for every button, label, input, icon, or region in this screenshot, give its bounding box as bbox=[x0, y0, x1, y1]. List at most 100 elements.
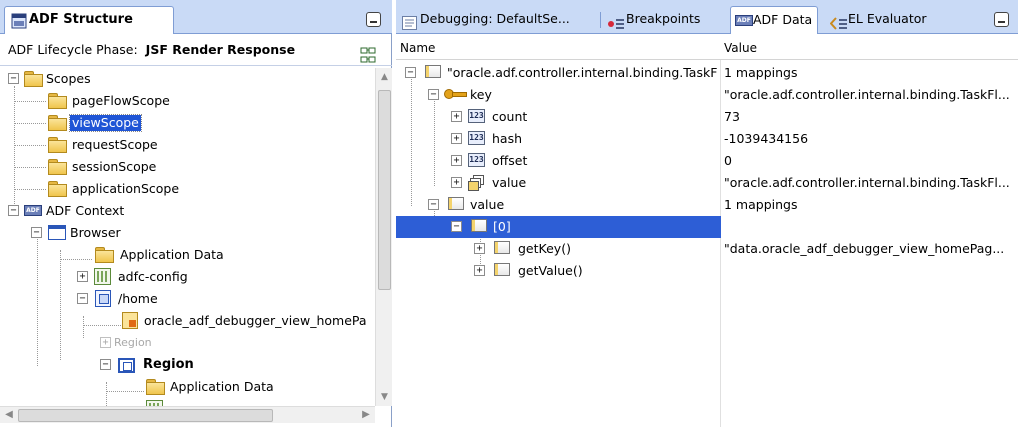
data-row[interactable]: + getValue() bbox=[396, 260, 1018, 282]
scroll-left-icon[interactable]: ◀ bbox=[2, 408, 16, 422]
row-value: 1 mappings bbox=[724, 197, 798, 212]
tree-node-jsf-page[interactable]: oracle_adf_debugger_view_homePa bbox=[0, 310, 375, 332]
key-icon bbox=[444, 87, 467, 101]
data-row-selected-value[interactable] bbox=[721, 216, 1018, 238]
tab-debugging[interactable]: Debugging: DefaultSe... bbox=[398, 6, 594, 34]
expand-icon[interactable]: + bbox=[474, 243, 485, 254]
row-name: value bbox=[470, 197, 505, 212]
collapse-icon[interactable]: − bbox=[100, 359, 111, 370]
tree-horizontal-scrollbar[interactable]: ◀ ▶ bbox=[0, 406, 375, 423]
tree-node-label: Application Data bbox=[170, 379, 274, 394]
row-name: [0] bbox=[493, 219, 511, 234]
tree-vertical-scrollbar[interactable]: ▲ ▼ bbox=[375, 68, 392, 406]
scroll-down-icon[interactable]: ▼ bbox=[378, 390, 391, 404]
object-icon bbox=[471, 219, 487, 232]
collapse-icon[interactable]: − bbox=[77, 293, 88, 304]
folder-icon bbox=[48, 181, 67, 197]
tree-node-applicationscope[interactable]: applicationScope bbox=[0, 178, 375, 200]
adf-data-tree: − "oracle.adf.controller.internal.bindin… bbox=[396, 62, 1018, 427]
tree-node-label: viewScope bbox=[69, 114, 142, 132]
lifecycle-phase-row: ADF Lifecycle Phase: JSF Render Response bbox=[0, 34, 392, 66]
tree-node-sessionscope[interactable]: sessionScope bbox=[0, 156, 375, 178]
row-value: "oracle.adf.controller.internal.binding.… bbox=[724, 175, 1010, 190]
expand-icon[interactable]: + bbox=[451, 177, 462, 188]
browser-icon bbox=[48, 225, 66, 240]
folder-icon bbox=[48, 159, 67, 175]
row-name: hash bbox=[492, 131, 523, 146]
collapse-icon[interactable]: − bbox=[8, 73, 19, 84]
table-header: Name Value bbox=[396, 38, 1018, 60]
expand-icon[interactable]: + bbox=[451, 155, 462, 166]
adf-structure-tree: − Scopes pageFlowScope viewScope request… bbox=[0, 68, 375, 406]
data-row[interactable]: − key "oracle.adf.controller.internal.bi… bbox=[396, 84, 1018, 106]
jsf-page-icon bbox=[122, 312, 138, 329]
tree-node-region-disabled[interactable]: + Region bbox=[0, 332, 375, 354]
tab-adf-data[interactable]: ADF ADF Data bbox=[730, 6, 818, 34]
tree-node-browser[interactable]: − Browser bbox=[0, 222, 375, 244]
tab-adf-structure[interactable]: ADF Structure bbox=[4, 6, 174, 34]
collapse-icon[interactable]: − bbox=[31, 227, 42, 238]
folder-icon bbox=[24, 71, 43, 87]
row-name: count bbox=[492, 109, 528, 124]
tree-node-viewscope[interactable]: viewScope bbox=[0, 112, 375, 134]
collapse-icon[interactable]: − bbox=[428, 199, 439, 210]
tree-node-pageflowscope[interactable]: pageFlowScope bbox=[0, 90, 375, 112]
data-row[interactable]: + 123 hash -1039434156 bbox=[396, 128, 1018, 150]
tab-label: EL Evaluator bbox=[848, 11, 927, 26]
data-row[interactable]: + 123 offset 0 bbox=[396, 150, 1018, 172]
row-name: getValue() bbox=[518, 263, 583, 278]
expand-icon[interactable]: + bbox=[451, 133, 462, 144]
object-icon bbox=[494, 241, 510, 254]
tree-node-adf-context[interactable]: − ADF ADF Context bbox=[0, 200, 375, 222]
collapse-icon[interactable]: − bbox=[8, 205, 19, 216]
data-row[interactable]: − value 1 mappings bbox=[396, 194, 1018, 216]
expand-icon[interactable]: + bbox=[77, 271, 88, 282]
tree-node-partial[interactable] bbox=[0, 398, 375, 406]
tree-node-label: pageFlowScope bbox=[72, 93, 170, 108]
page-icon bbox=[95, 290, 111, 307]
expand-icon[interactable]: + bbox=[474, 265, 485, 276]
expand-icon[interactable]: + bbox=[100, 337, 111, 348]
collapse-icon[interactable]: − bbox=[405, 67, 416, 78]
scrollbar-thumb[interactable] bbox=[18, 409, 273, 422]
row-name: getKey() bbox=[518, 241, 571, 256]
tab-el-evaluator[interactable]: EL Evaluator bbox=[826, 6, 946, 34]
scrollbar-thumb[interactable] bbox=[378, 90, 391, 290]
collapse-icon[interactable]: − bbox=[451, 221, 462, 232]
tree-node-region-application-data[interactable]: Application Data bbox=[0, 376, 375, 398]
minimize-button[interactable] bbox=[366, 12, 381, 27]
collapse-icon[interactable]: − bbox=[428, 89, 439, 100]
debug-console-icon bbox=[402, 13, 417, 39]
number-icon: 123 bbox=[468, 131, 485, 145]
name-column-header[interactable]: Name bbox=[400, 41, 435, 55]
tree-node-label: sessionScope bbox=[72, 159, 157, 174]
tree-node-scopes[interactable]: − Scopes bbox=[0, 68, 375, 90]
folder-icon bbox=[146, 379, 165, 395]
scroll-right-icon[interactable]: ▶ bbox=[359, 408, 373, 422]
value-column-header[interactable]: Value bbox=[724, 41, 757, 55]
tree-node-region[interactable]: − Region bbox=[0, 354, 375, 376]
tree-node-label: Application Data bbox=[120, 247, 224, 262]
expand-icon[interactable]: + bbox=[451, 111, 462, 122]
row-value: -1039434156 bbox=[724, 131, 809, 146]
tab-breakpoints[interactable]: Breakpoints bbox=[604, 6, 716, 34]
region-icon bbox=[118, 358, 135, 373]
tree-node-label: Region bbox=[114, 336, 152, 349]
data-row-selected[interactable]: − [0] bbox=[396, 216, 721, 238]
tree-node-home[interactable]: − /home bbox=[0, 288, 375, 310]
el-evaluator-icon bbox=[829, 13, 848, 39]
tree-node-application-data[interactable]: Application Data bbox=[0, 244, 375, 266]
row-value: 1 mappings bbox=[724, 65, 798, 80]
data-row[interactable]: + getKey() "data.oracle_adf_debugger_vie… bbox=[396, 238, 1018, 260]
data-row[interactable]: − "oracle.adf.controller.internal.bindin… bbox=[396, 62, 1018, 84]
data-row[interactable]: + 123 count 73 bbox=[396, 106, 1018, 128]
minimize-button[interactable] bbox=[994, 12, 1009, 27]
object-icon bbox=[448, 197, 464, 210]
tree-node-requestscope[interactable]: requestScope bbox=[0, 134, 375, 156]
folder-icon bbox=[48, 115, 67, 131]
data-row[interactable]: + value "oracle.adf.controller.internal.… bbox=[396, 172, 1018, 194]
scroll-up-icon[interactable]: ▲ bbox=[378, 70, 391, 84]
adf-data-panel: Debugging: DefaultSe... Breakpoints ADF … bbox=[396, 0, 1018, 427]
tree-node-adfc-config[interactable]: + adfc-config bbox=[0, 266, 375, 288]
adf-icon: ADF bbox=[735, 15, 753, 26]
